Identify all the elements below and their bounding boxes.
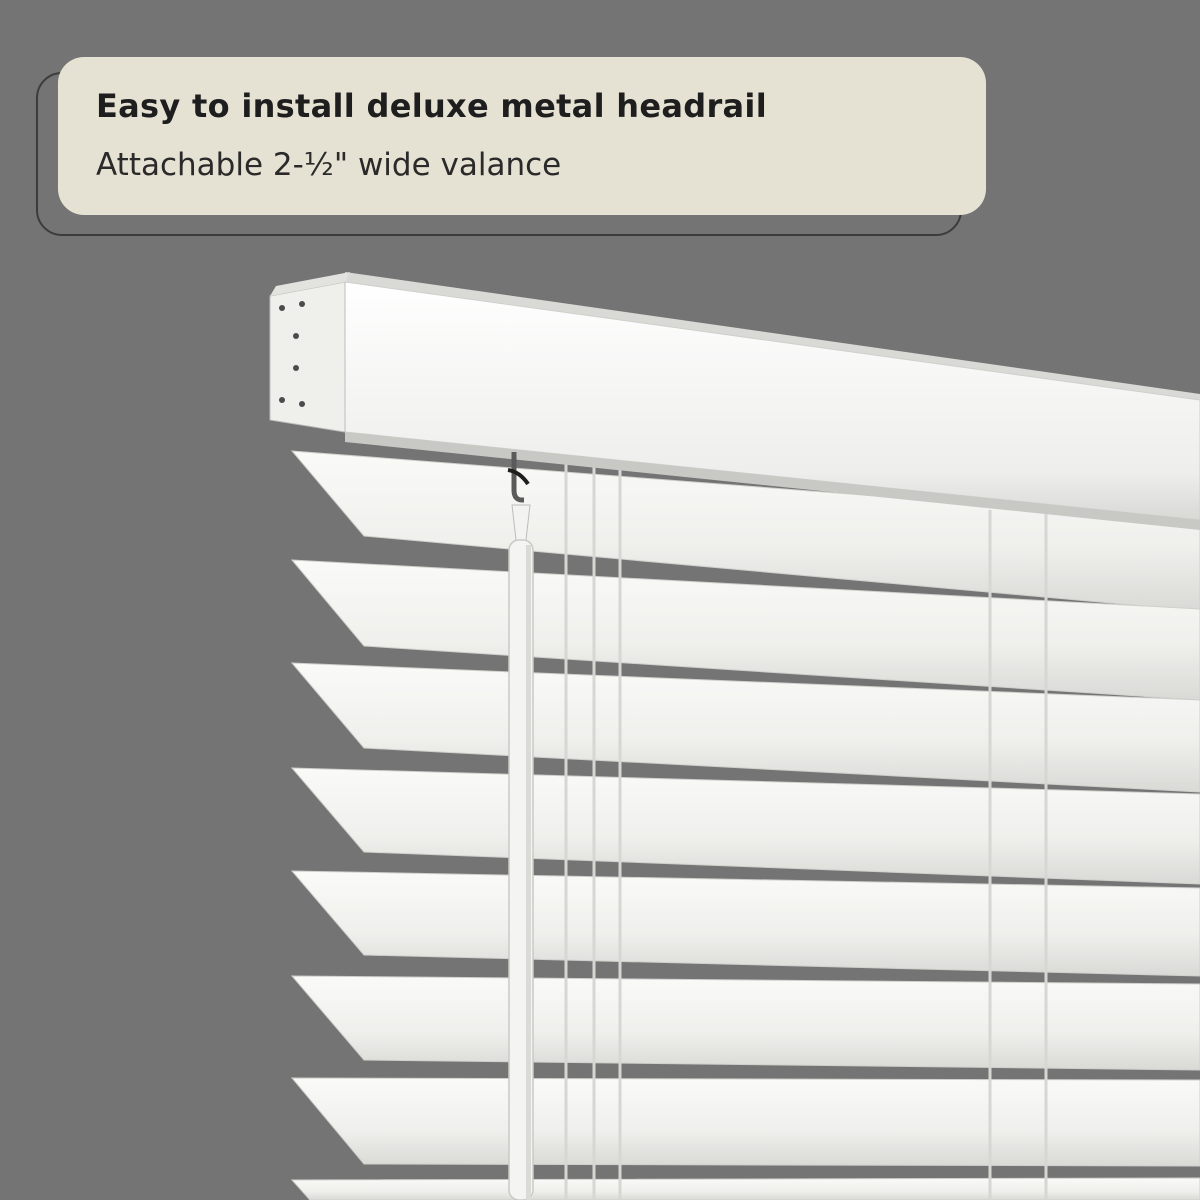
slat: [290, 1177, 1200, 1200]
slat: [290, 767, 1200, 885]
slats-image: [290, 450, 1200, 1200]
product-image: Easy to install deluxe metal headrail At…: [0, 0, 1200, 1200]
slat: [290, 870, 1200, 977]
wand-image: [507, 452, 534, 1200]
slat: [290, 1077, 1200, 1167]
slat: [290, 975, 1200, 1071]
blind-illustration: [269, 272, 1200, 1200]
